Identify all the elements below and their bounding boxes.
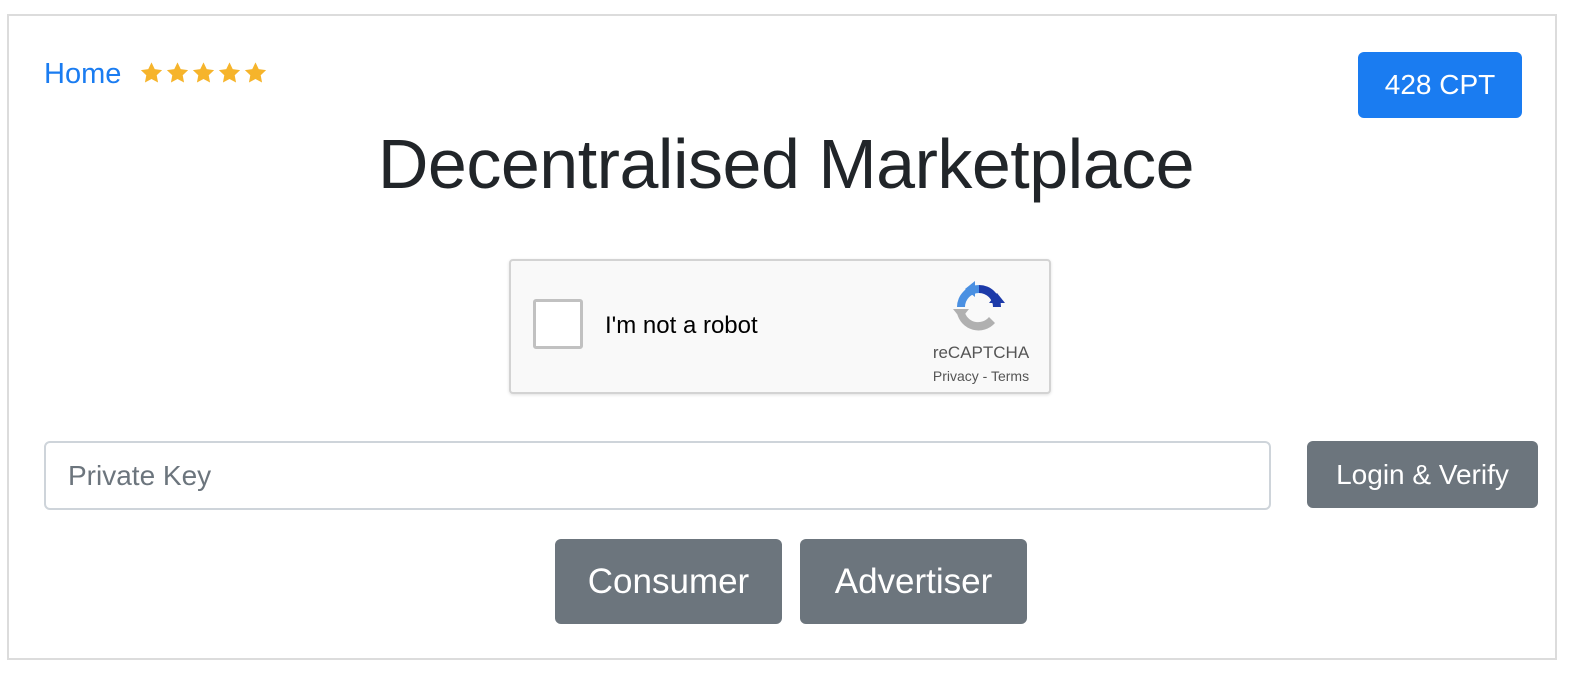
star-icon	[165, 56, 190, 90]
star-rating	[139, 56, 268, 90]
star-icon	[243, 56, 268, 90]
captcha-checkbox[interactable]	[533, 299, 583, 349]
recaptcha-widget: I'm not a robot reCAPTCHA Privacy - Term…	[509, 259, 1051, 394]
recaptcha-links: Privacy - Terms	[916, 367, 1046, 385]
captcha-label: I'm not a robot	[605, 312, 758, 339]
recaptcha-brand: reCAPTCHA	[932, 343, 1030, 362]
link-separator: -	[978, 368, 991, 384]
consumer-button[interactable]: Consumer	[555, 539, 782, 624]
private-key-input[interactable]	[44, 441, 1271, 510]
star-icon	[191, 56, 216, 90]
balance-badge[interactable]: 428 CPT	[1358, 52, 1522, 118]
star-icon	[217, 56, 242, 90]
privacy-link[interactable]: Privacy	[933, 368, 979, 384]
terms-link[interactable]: Terms	[991, 368, 1029, 384]
advertiser-button[interactable]: Advertiser	[800, 539, 1027, 624]
page-title: Decentralised Marketplace	[377, 125, 1195, 203]
recaptcha-logo-icon	[951, 279, 1007, 335]
login-verify-button[interactable]: Login & Verify	[1307, 441, 1538, 508]
star-icon	[139, 56, 164, 90]
home-link[interactable]: Home	[44, 56, 121, 92]
